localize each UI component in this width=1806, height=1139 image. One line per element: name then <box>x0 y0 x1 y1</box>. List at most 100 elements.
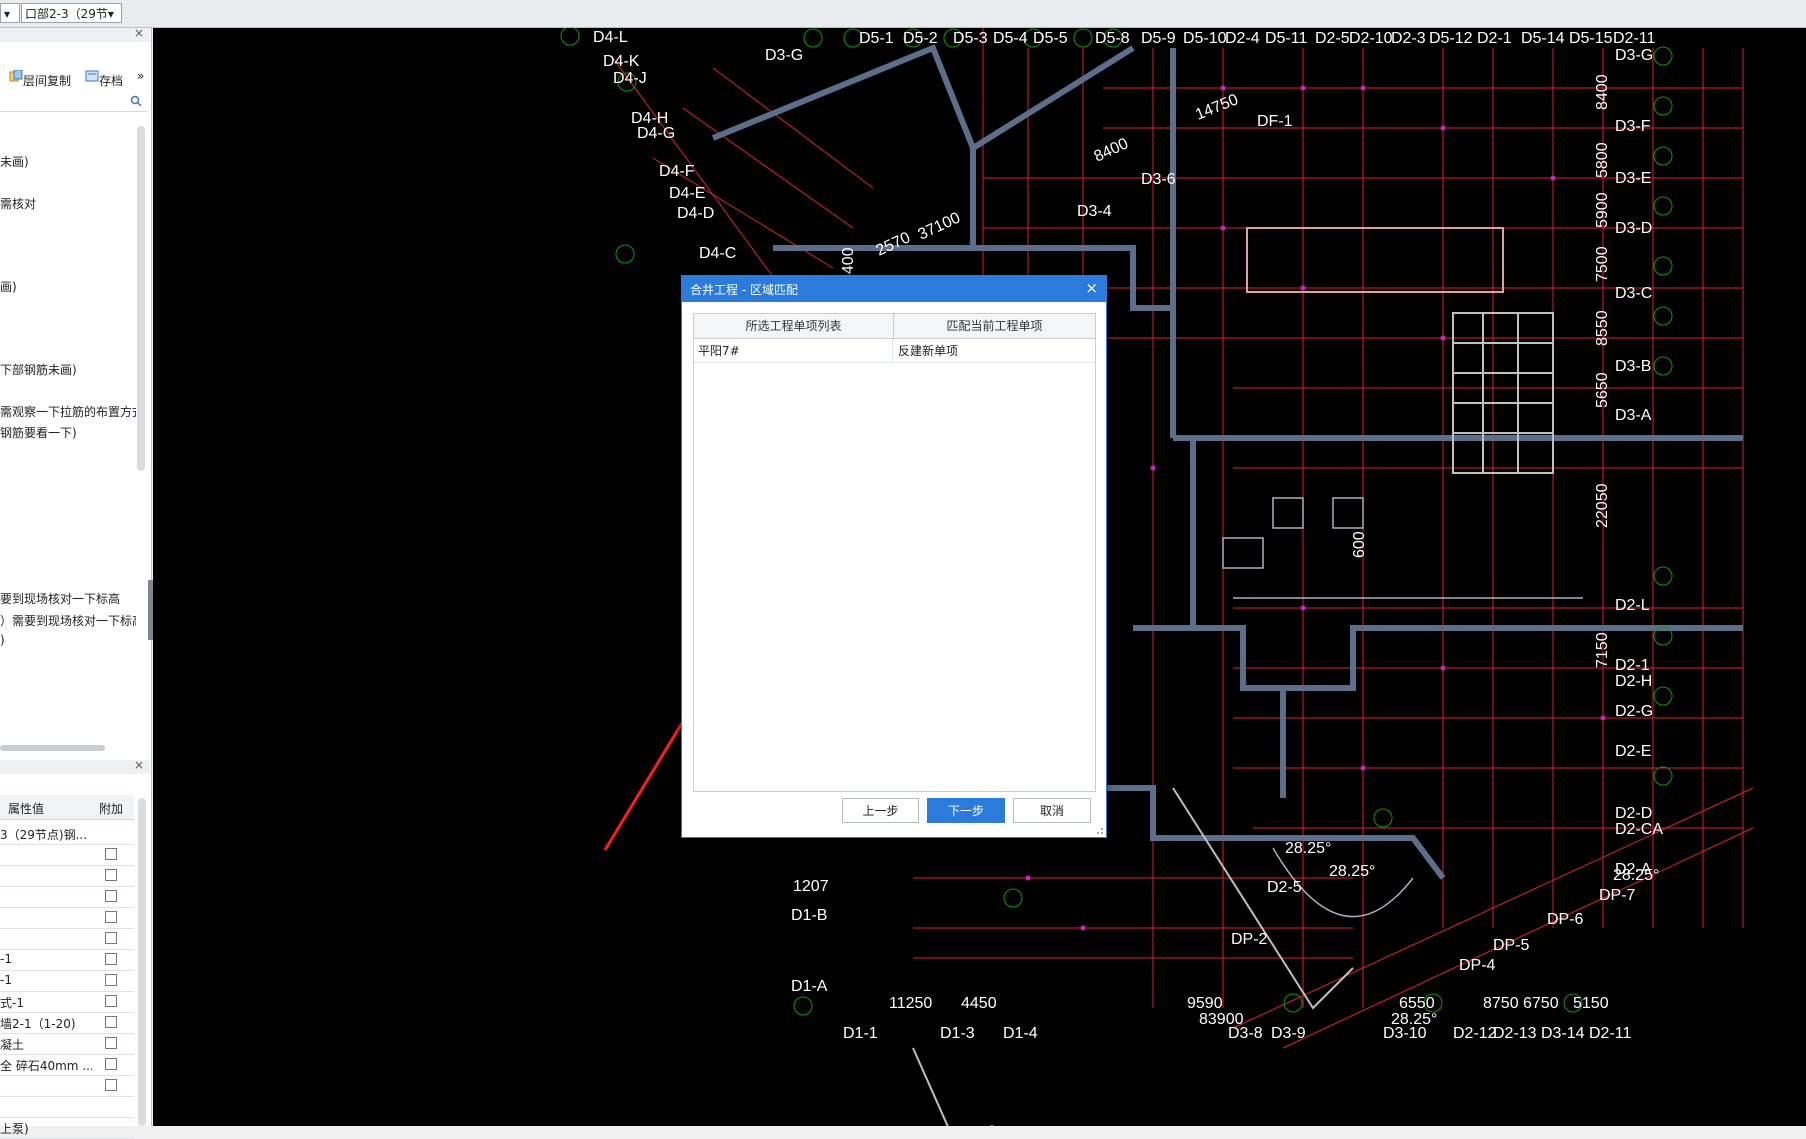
table-row[interactable]: 上泵) <box>0 1117 134 1139</box>
axis-label: D1-B <box>791 907 827 924</box>
attach-checkbox[interactable] <box>105 1079 117 1091</box>
source-project-cell[interactable]: 平阳7# <box>694 339 893 363</box>
axis-label: D3-14 <box>1541 1025 1585 1042</box>
dimension-label: 14750 <box>1193 91 1241 123</box>
axis-label: DF-1 <box>1257 113 1293 130</box>
dimension-label: 5150 <box>1573 995 1609 1012</box>
axis-label: D3-G <box>1615 47 1653 64</box>
table-row[interactable] <box>0 907 134 929</box>
dimension-label: 600 <box>1351 531 1368 558</box>
notes-scrollbar[interactable] <box>137 126 145 471</box>
axis-label: D5-1 <box>859 30 894 47</box>
attach-checkbox[interactable] <box>105 932 117 944</box>
axis-label: D2-L <box>1615 597 1650 614</box>
property-value: 凝土 <box>0 1038 25 1052</box>
table-row[interactable] <box>0 886 134 908</box>
table-row[interactable] <box>0 1075 134 1097</box>
table-row[interactable]: 式-1 <box>0 991 134 1013</box>
note-item[interactable]: 未画) <box>0 153 29 170</box>
save-archive-label: 存档 <box>99 74 124 88</box>
property-value: 上泵) <box>0 1122 29 1136</box>
close-icon[interactable]: × <box>1085 279 1098 297</box>
dimension-label: 8550 <box>1594 310 1611 346</box>
dimension-label: 22050 <box>1594 483 1611 528</box>
table-row[interactable]: 3（29节点)钢... <box>0 823 134 845</box>
attach-checkbox[interactable] <box>105 974 117 986</box>
axis-label: DP-7 <box>1599 887 1636 904</box>
axis-label: D3-A <box>1615 407 1652 424</box>
attach-checkbox[interactable] <box>105 911 117 923</box>
axis-label: D2-D <box>1615 805 1652 822</box>
table-row[interactable] <box>0 928 134 950</box>
table-row[interactable] <box>0 1096 134 1118</box>
next-button[interactable]: 下一步 <box>927 798 1005 823</box>
column-markers <box>1025 85 1606 931</box>
dialog-titlebar[interactable]: 合井工程 - 区域匹配 × <box>682 276 1106 302</box>
dimension-label: 5900 <box>1594 192 1611 228</box>
search-row[interactable] <box>0 91 148 112</box>
note-item[interactable]: ) <box>0 633 5 647</box>
match-project-cell[interactable]: 反建新单项 <box>894 339 1095 363</box>
dimension-label: 8400 <box>1594 74 1611 110</box>
note-item[interactable]: 需核对 <box>0 195 36 212</box>
floor-copy-button[interactable]: 层间复制 <box>9 69 71 88</box>
close-icon[interactable]: × <box>134 26 144 40</box>
property-value: 全 碎石40mm ... <box>0 1059 92 1073</box>
close-icon[interactable]: × <box>134 758 144 772</box>
match-table: 所选工程单项列表 匹配当前工程单项 平阳7# 反建新单项 <box>693 313 1096 792</box>
chevron-down-icon: ▾ <box>107 7 114 21</box>
prev-button[interactable]: 上一步 <box>842 798 919 823</box>
note-item[interactable]: ）需要到现场核对一下标高 <box>0 612 136 629</box>
axis-label: D2-4 <box>1225 30 1260 47</box>
axis-label: D5-11 <box>1265 30 1307 47</box>
table-row[interactable]: 墙2-1（1-20) <box>0 1012 134 1034</box>
attach-checkbox[interactable] <box>105 1058 117 1070</box>
search-icon[interactable] <box>130 95 142 107</box>
note-item[interactable]: 画) <box>0 278 17 295</box>
table-row[interactable] <box>0 844 134 866</box>
table-row[interactable]: -1 <box>0 970 134 992</box>
floor-copy-label: 层间复制 <box>23 74 72 88</box>
attach-checkbox[interactable] <box>105 1037 117 1049</box>
more-tools-button[interactable]: » <box>137 69 144 83</box>
left-dropdown[interactable]: ▾ <box>0 3 20 23</box>
axis-label: D4-K <box>603 53 640 70</box>
table-row[interactable]: -1 <box>0 949 134 971</box>
property-value: 3（29节点)钢... <box>0 828 88 842</box>
angle-label: 28.25° <box>1285 840 1331 857</box>
resize-grip-icon[interactable] <box>1096 827 1104 835</box>
attach-checkbox[interactable] <box>105 869 117 881</box>
axis-label: D4-F <box>659 163 695 180</box>
property-value: 式-1 <box>0 996 24 1010</box>
floor-select[interactable]: 口部2-3（29节▾ <box>21 3 122 23</box>
region-match-dialog: 合井工程 - 区域匹配 × 所选工程单项列表 匹配当前工程单项 平阳7# 反建新… <box>681 275 1107 838</box>
table-row[interactable] <box>0 865 134 887</box>
dimension-label: 6550 <box>1399 995 1435 1012</box>
attach-checkbox[interactable] <box>105 995 117 1007</box>
axis-label: D2-1 <box>1477 30 1512 47</box>
properties-scrollbar[interactable] <box>138 798 146 1126</box>
floor-select-value: 口部2-3（29节 <box>25 7 108 21</box>
property-value: -1 <box>0 952 12 966</box>
dimension-label: 5800 <box>1594 142 1611 178</box>
attach-checkbox[interactable] <box>105 890 117 902</box>
note-item[interactable]: 需观察一下拉筋的布置方式 <box>0 403 136 420</box>
axis-label: D5-4 <box>993 30 1028 47</box>
table-row[interactable]: 凝土 <box>0 1033 134 1055</box>
axis-label: D5-12 <box>1429 30 1473 47</box>
attach-checkbox[interactable] <box>105 1016 117 1028</box>
axis-label: D5-3 <box>953 30 988 47</box>
save-archive-button[interactable]: 存档 <box>85 69 123 88</box>
note-item[interactable]: 要到现场核对一下标高 <box>0 590 136 607</box>
attach-checkbox[interactable] <box>105 848 117 860</box>
note-item[interactable]: 钢筋要看一下) <box>0 424 77 441</box>
attach-checkbox[interactable] <box>105 953 117 965</box>
dropdown-arrow-icon: ▾ <box>4 7 11 21</box>
dimension-label: 7150 <box>1594 632 1611 668</box>
note-item[interactable]: 下部钢筋未画) <box>0 361 77 378</box>
cancel-button[interactable]: 取消 <box>1013 798 1091 823</box>
notes-hscrollbar[interactable] <box>0 745 105 751</box>
dimension-label: 1207 <box>793 878 829 895</box>
table-row[interactable]: 全 碎石40mm ... <box>0 1054 134 1076</box>
axis-label: D3-4 <box>1077 203 1112 220</box>
